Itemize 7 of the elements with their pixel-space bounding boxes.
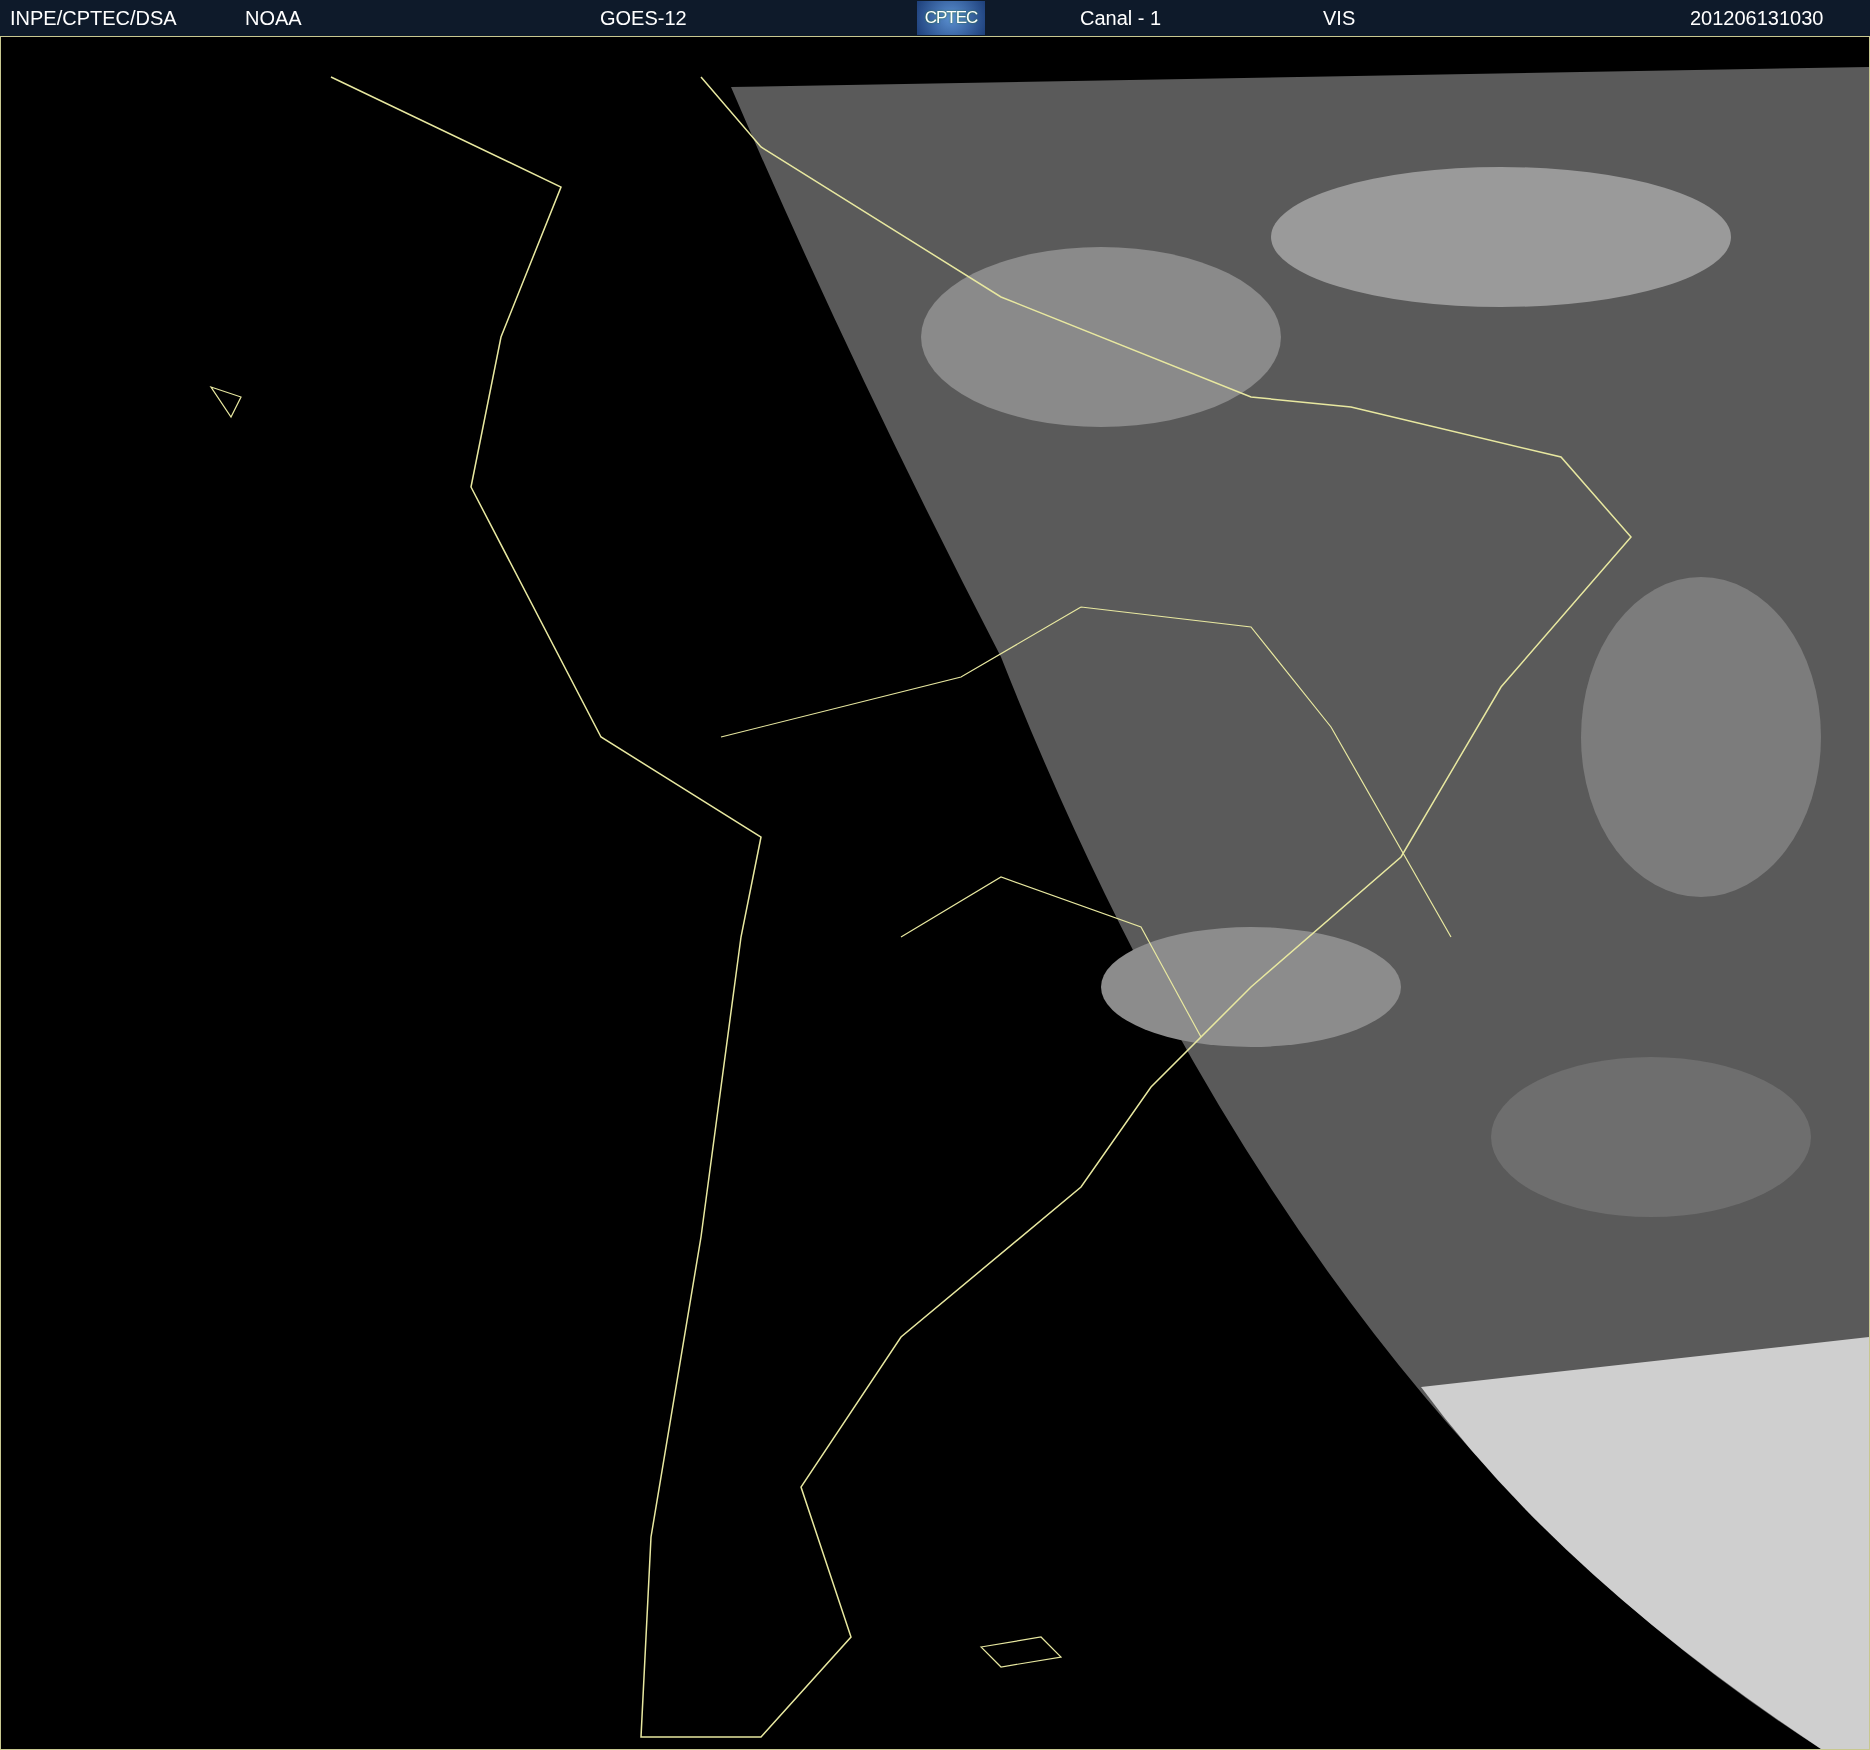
satellite-label: GOES-12 [600, 6, 688, 30]
source-label: INPE/CPTEC/DSA [10, 6, 178, 30]
agency-label: NOAA [245, 6, 303, 30]
timestamp-label: 201206131030 [1690, 6, 1824, 30]
logo: CPTEC [917, 1, 985, 35]
band-label: VIS [1323, 6, 1357, 30]
channel-label: Canal - 1 [1080, 6, 1163, 30]
